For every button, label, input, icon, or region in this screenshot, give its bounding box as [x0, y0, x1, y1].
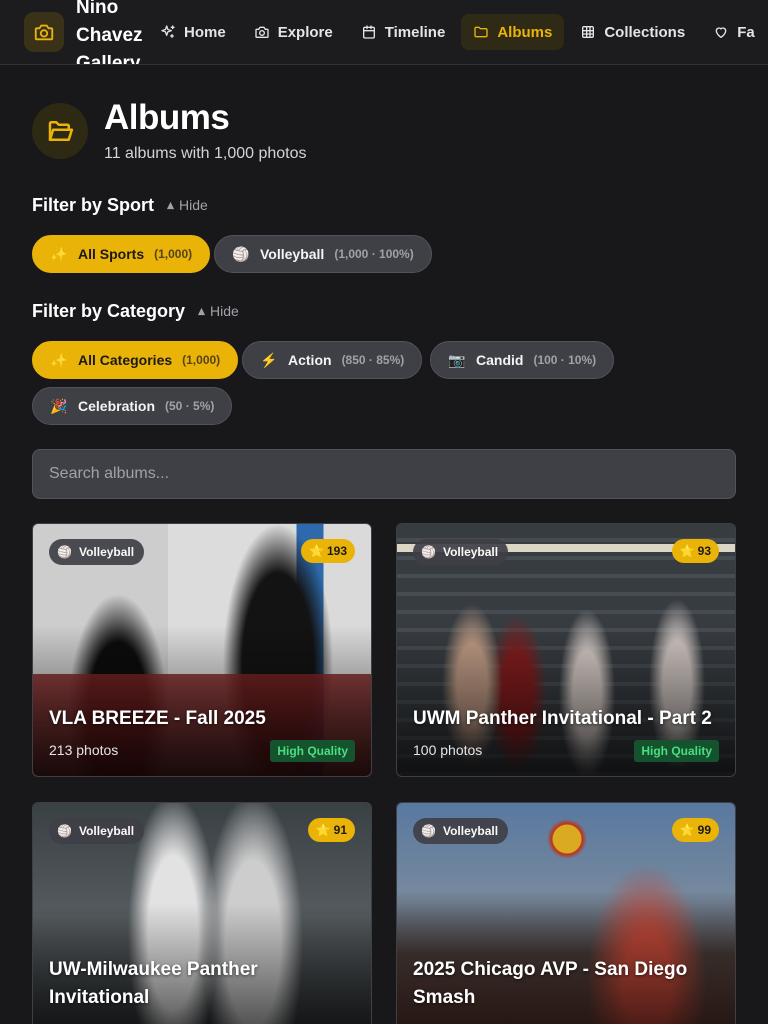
album-title: 2025 Chicago AVP - San Diego Smash	[413, 959, 688, 1008]
rating-badge: ⭐ 99	[671, 818, 719, 842]
heart-icon	[715, 27, 727, 38]
chip-count: (850 · 85%)	[341, 353, 405, 367]
nav-albums[interactable]: Albums	[461, 14, 565, 50]
sport-badge: 🏐 Volleyball	[49, 818, 145, 844]
sport-badge-label: Volleyball	[78, 545, 135, 559]
nav-favorites-label: Fa	[737, 23, 755, 41]
grid-icon	[582, 26, 595, 38]
star-icon: ⭐	[679, 823, 695, 837]
sparkle-icon: ✨	[50, 351, 68, 368]
chip-action[interactable]: ⚡ Action (850 · 85%)	[242, 341, 423, 379]
volleyball-icon: 🏐	[232, 245, 250, 262]
album-photo-count: 100 photos	[413, 742, 483, 758]
chip-label: Volleyball	[260, 246, 325, 262]
star-icon: ⭐	[679, 544, 695, 558]
chip-label: Celebration	[78, 398, 156, 414]
chip-label: All Categories	[78, 352, 173, 368]
rating-badge: ⭐ 193	[301, 539, 355, 563]
logo-button[interactable]	[24, 12, 64, 52]
albums-header-icon	[32, 103, 88, 159]
folder-open-icon	[48, 121, 74, 141]
rating-value: 99	[697, 823, 711, 837]
album-card[interactable]: 🏐 Volleyball ⭐ 91 UW-Milwaukee Panther I…	[32, 802, 372, 1024]
sport-badge-label: Volleyball	[78, 824, 135, 838]
sport-badge-label: Volleyball	[442, 545, 499, 559]
triangle-up-icon	[197, 307, 206, 315]
chip-count: (1,000 · 100%)	[334, 247, 414, 261]
category-filter-hide-label: Hide	[210, 303, 239, 319]
sport-badge: 🏐 Volleyball	[413, 539, 509, 565]
chip-volleyball[interactable]: 🏐 Volleyball (1,000 · 100%)	[214, 235, 432, 273]
nav-explore-label: Explore	[277, 23, 333, 41]
top-nav: Nino Chavez Gallery Home Explore Timelin…	[0, 0, 768, 65]
calendar-icon	[362, 25, 375, 39]
brand-name[interactable]: Nino Chavez Gallery	[76, 0, 156, 64]
nav-explore[interactable]: Explore	[242, 14, 345, 50]
chip-label: Candid	[476, 352, 524, 368]
nav-items: Home Explore Timeline Albums Collections…	[148, 14, 767, 50]
chip-all-sports[interactable]: ✨ All Sports (1,000)	[32, 235, 211, 273]
sparkle-icon: ✨	[50, 245, 68, 262]
quality-badge: High Quality	[270, 740, 355, 762]
chip-candid[interactable]: 📷 Candid (100 · 10%)	[430, 341, 615, 379]
quality-badge: High Quality	[634, 740, 719, 762]
album-title: UWM Panther Invitational - Part 2	[413, 708, 712, 729]
camera-icon	[34, 24, 54, 41]
star-icon: ⭐	[309, 544, 324, 558]
volleyball-icon: 🏐	[57, 824, 72, 838]
camera-icon	[255, 26, 269, 38]
chip-label: Action	[288, 352, 332, 368]
star-icon: ⭐	[315, 823, 331, 837]
sport-filter-heading: Filter by Sport Hide	[32, 194, 208, 216]
nav-collections[interactable]: Collections	[568, 14, 697, 50]
album-title: UW-Milwaukee Panther Invitational	[49, 959, 258, 1008]
page-subtitle: 11 albums with 1,000 photos	[104, 145, 307, 162]
album-title: VLA BREEZE - Fall 2025	[49, 708, 266, 729]
nav-timeline-label: Timeline	[384, 23, 446, 41]
rating-value: 93	[697, 544, 711, 558]
chip-celebration[interactable]: 🎉 Celebration (50 · 5%)	[32, 387, 233, 425]
triangle-up-icon	[166, 201, 175, 209]
chip-all-categories[interactable]: ✨ All Categories (1,000)	[32, 341, 239, 379]
volleyball-icon: 🏐	[57, 545, 72, 559]
sport-filter-label: Filter by Sport	[32, 195, 155, 215]
sport-filter-hide-toggle[interactable]: Hide	[166, 194, 208, 216]
camera-flash-icon: 📷	[448, 351, 466, 368]
page-title: Albums	[104, 98, 230, 137]
nav-collections-label: Collections	[604, 23, 686, 41]
rating-value: 193	[326, 544, 347, 558]
category-filter-hide-toggle[interactable]: Hide	[197, 300, 239, 322]
nav-home[interactable]: Home	[148, 14, 238, 50]
sparkles-icon	[161, 25, 175, 38]
nav-albums-label: Albums	[497, 23, 553, 41]
album-card[interactable]: 🏐 Volleyball ⭐ 93 UWM Panther Invitation…	[396, 523, 736, 777]
chip-count: (50 · 5%)	[165, 399, 215, 413]
rating-badge: ⭐ 93	[671, 539, 719, 563]
nav-timeline[interactable]: Timeline	[349, 14, 458, 50]
nav-home-label: Home	[184, 23, 226, 41]
party-popper-icon: 🎉	[50, 397, 68, 414]
album-card[interactable]: 🏐 Volleyball ⭐ 99 2025 Chicago AVP - San…	[396, 802, 736, 1024]
chip-count: (1,000)	[182, 353, 221, 367]
album-photo-count: 213 photos	[49, 742, 119, 758]
rating-value: 91	[333, 823, 347, 837]
volleyball-icon: 🏐	[421, 824, 436, 838]
album-card[interactable]: 🏐 Volleyball ⭐ 193 VLA BREEZE - Fall 202…	[32, 523, 372, 777]
chip-count: (1,000)	[154, 247, 193, 261]
lightning-icon: ⚡	[260, 351, 278, 368]
category-filter-heading: Filter by Category Hide	[32, 300, 239, 322]
chip-label: All Sports	[78, 246, 145, 262]
search-albums-input[interactable]	[32, 449, 736, 499]
rating-badge: ⭐ 91	[307, 818, 355, 842]
volleyball-icon: 🏐	[421, 545, 436, 559]
sport-badge: 🏐 Volleyball	[49, 539, 145, 565]
sport-badge: 🏐 Volleyball	[413, 818, 509, 844]
folder-icon	[474, 26, 488, 38]
nav-favorites[interactable]: Fa	[701, 14, 767, 50]
sport-filter-hide-label: Hide	[179, 197, 208, 213]
sport-badge-label: Volleyball	[442, 824, 499, 838]
chip-count: (100 · 10%)	[533, 353, 597, 367]
category-filter-label: Filter by Category	[32, 301, 186, 321]
